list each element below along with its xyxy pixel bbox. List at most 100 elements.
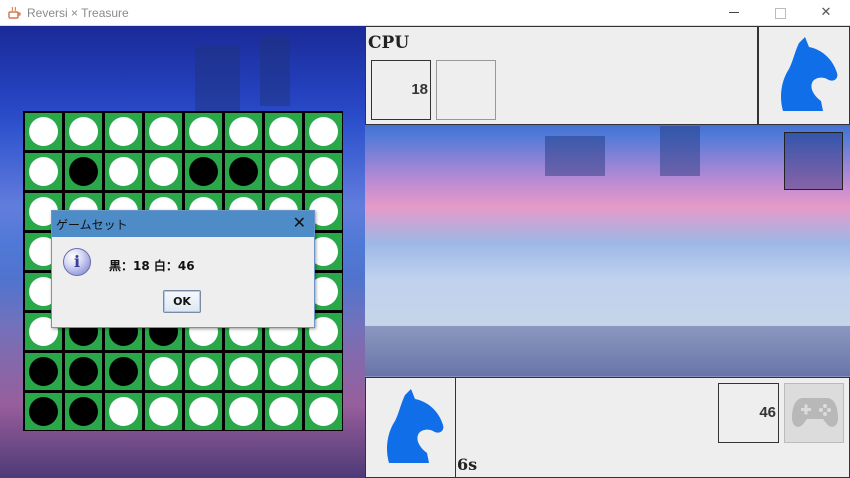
black-disc bbox=[69, 397, 98, 426]
white-disc bbox=[189, 397, 218, 426]
close-button[interactable]: ✕ bbox=[803, 0, 849, 26]
board-cell[interactable] bbox=[145, 393, 182, 430]
player-avatar bbox=[365, 377, 456, 478]
board-cell[interactable] bbox=[25, 153, 62, 190]
player-score-box: 46 bbox=[718, 383, 779, 443]
board-cell[interactable] bbox=[225, 153, 262, 190]
black-disc bbox=[189, 157, 218, 186]
gamepad-icon bbox=[792, 398, 838, 427]
background-building bbox=[660, 126, 700, 176]
turn-timer: 6s bbox=[457, 455, 478, 474]
white-disc bbox=[149, 357, 178, 386]
black-disc bbox=[229, 157, 258, 186]
black-disc bbox=[69, 357, 98, 386]
cpu-label: CPU bbox=[368, 33, 410, 53]
maximize-button[interactable] bbox=[757, 0, 803, 26]
board-cell[interactable] bbox=[105, 353, 142, 390]
cpu-avatar bbox=[758, 26, 850, 125]
board-cell[interactable] bbox=[225, 353, 262, 390]
player-panel: 46 6s bbox=[455, 377, 850, 478]
white-disc bbox=[189, 357, 218, 386]
white-disc bbox=[149, 397, 178, 426]
cpu-score-box: 18 bbox=[371, 60, 431, 120]
board-cell[interactable] bbox=[105, 393, 142, 430]
board-cell[interactable] bbox=[305, 153, 342, 190]
white-disc bbox=[109, 157, 138, 186]
dialog-message: 黒：18 白：46 bbox=[109, 259, 195, 273]
turn-indicator bbox=[784, 132, 843, 190]
white-disc bbox=[109, 117, 138, 146]
horse-head-icon bbox=[781, 37, 838, 111]
info-glyph: i bbox=[73, 252, 81, 271]
game-over-dialog: ゲームセット ✕ i 黒：18 白：46 OK bbox=[51, 210, 315, 328]
board-cell[interactable] bbox=[265, 393, 302, 430]
white-disc bbox=[229, 397, 258, 426]
white-disc bbox=[29, 117, 58, 146]
background-building bbox=[365, 326, 850, 376]
board-cell[interactable] bbox=[65, 113, 102, 150]
maximize-icon bbox=[774, 8, 786, 19]
board-cell[interactable] bbox=[185, 353, 222, 390]
white-disc bbox=[149, 157, 178, 186]
dialog-titlebar: ゲームセット ✕ bbox=[52, 211, 314, 237]
dialog-title: ゲームセット bbox=[56, 218, 128, 232]
board-cell[interactable] bbox=[145, 353, 182, 390]
board-cell[interactable] bbox=[25, 393, 62, 430]
board-cell[interactable] bbox=[185, 113, 222, 150]
ok-button[interactable]: OK bbox=[163, 290, 201, 313]
board-cell[interactable] bbox=[25, 353, 62, 390]
white-disc bbox=[149, 117, 178, 146]
background-building bbox=[260, 36, 290, 106]
board-cell[interactable] bbox=[25, 113, 62, 150]
board-cell[interactable] bbox=[265, 153, 302, 190]
board-cell[interactable] bbox=[105, 153, 142, 190]
dialog-close-button[interactable]: ✕ bbox=[293, 214, 306, 232]
board-cell[interactable] bbox=[225, 113, 262, 150]
minimize-button[interactable] bbox=[711, 0, 757, 26]
white-disc bbox=[269, 357, 298, 386]
white-disc bbox=[109, 397, 138, 426]
white-disc bbox=[309, 357, 338, 386]
white-disc bbox=[309, 117, 338, 146]
black-disc bbox=[69, 157, 98, 186]
java-app-icon bbox=[8, 6, 21, 19]
white-disc bbox=[69, 117, 98, 146]
cpu-score: 18 bbox=[411, 81, 428, 98]
white-disc bbox=[229, 117, 258, 146]
white-disc bbox=[309, 397, 338, 426]
cpu-panel: CPU 18 bbox=[365, 26, 758, 125]
board-cell[interactable] bbox=[145, 113, 182, 150]
board-cell[interactable] bbox=[65, 353, 102, 390]
board-cell[interactable] bbox=[185, 153, 222, 190]
info-icon: i bbox=[63, 248, 91, 276]
white-disc bbox=[29, 157, 58, 186]
white-disc bbox=[269, 397, 298, 426]
white-disc bbox=[229, 357, 258, 386]
board-cell[interactable] bbox=[105, 113, 142, 150]
white-disc bbox=[269, 117, 298, 146]
board-cell[interactable] bbox=[185, 393, 222, 430]
white-disc bbox=[309, 157, 338, 186]
window-title: Reversi × Treasure bbox=[27, 6, 129, 20]
board-cell[interactable] bbox=[305, 113, 342, 150]
horse-head-icon bbox=[387, 389, 444, 463]
board-cell[interactable] bbox=[225, 393, 262, 430]
window-titlebar: Reversi × Treasure ✕ bbox=[0, 0, 850, 26]
board-cell[interactable] bbox=[65, 153, 102, 190]
board-cell[interactable] bbox=[265, 353, 302, 390]
board-cell[interactable] bbox=[305, 393, 342, 430]
background-building bbox=[545, 136, 605, 176]
black-disc bbox=[29, 357, 58, 386]
board-cell[interactable] bbox=[305, 353, 342, 390]
black-disc bbox=[109, 357, 138, 386]
white-disc bbox=[189, 117, 218, 146]
black-disc bbox=[29, 397, 58, 426]
player-controller-box bbox=[784, 383, 844, 443]
player-score: 46 bbox=[759, 404, 776, 421]
minimize-icon bbox=[729, 12, 739, 13]
white-disc bbox=[269, 157, 298, 186]
board-cell[interactable] bbox=[145, 153, 182, 190]
board-cell[interactable] bbox=[265, 113, 302, 150]
board-cell[interactable] bbox=[65, 393, 102, 430]
cpu-empty-box bbox=[436, 60, 496, 120]
